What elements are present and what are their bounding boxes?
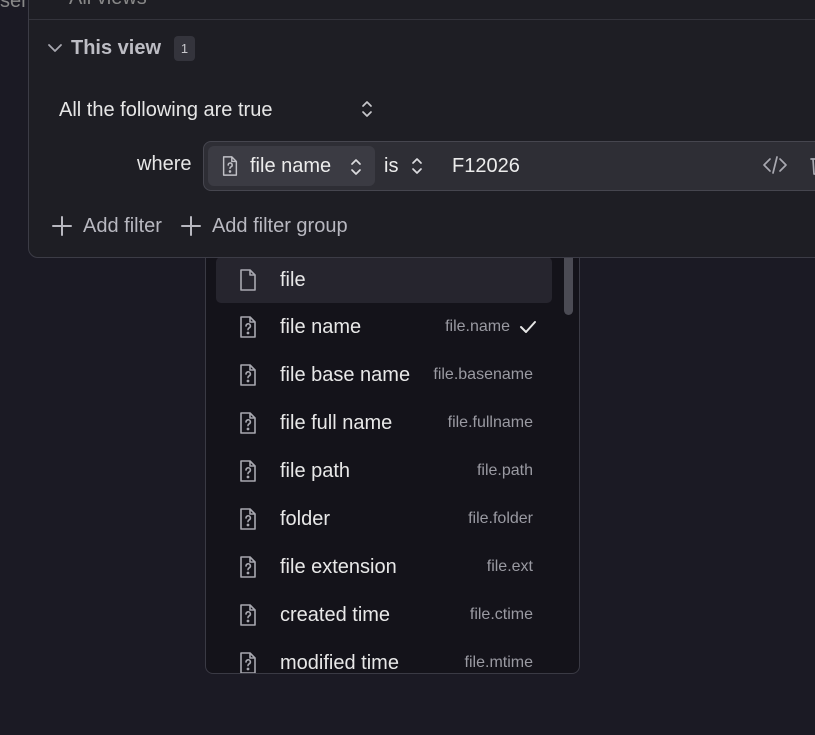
add-filter-label: Add filter	[83, 214, 162, 237]
code-icon[interactable]	[762, 154, 788, 176]
property-option-label: modified time	[280, 651, 399, 674]
property-option-file[interactable]: file	[216, 257, 552, 303]
property-option-label: created time	[280, 603, 391, 626]
property-option-key: file.basename	[433, 366, 533, 383]
property-option-created-time[interactable]: created time file.ctime	[216, 591, 552, 639]
file-question-icon	[236, 411, 260, 435]
this-view-section-header[interactable]: This view 1	[47, 33, 196, 63]
property-option-label: file full name	[280, 411, 393, 434]
file-question-icon	[236, 315, 260, 339]
background-label: ser	[0, 0, 28, 12]
property-option-label: file	[280, 268, 306, 291]
file-question-icon	[236, 507, 260, 531]
property-select-label: file name	[250, 154, 332, 177]
file-question-icon	[236, 363, 260, 387]
property-select[interactable]: file name	[208, 146, 375, 186]
plus-icon	[51, 215, 73, 237]
property-option-modified-time[interactable]: modified time file.mtime	[216, 639, 552, 674]
add-filter-group-button[interactable]: Add filter group	[180, 215, 348, 238]
conjunction-label: All the following are true	[59, 98, 273, 121]
dropdown-scrollbar[interactable]	[564, 251, 573, 315]
property-option-key: file.ext	[486, 558, 533, 575]
property-option-key: file.name	[445, 318, 510, 335]
add-actions: Add filter Add filter group	[51, 211, 366, 241]
property-option-file-full-name[interactable]: file full name file.fullname	[216, 399, 552, 447]
operator-select[interactable]: is	[384, 146, 424, 186]
property-dropdown[interactable]: file file name file.name file base name …	[205, 236, 580, 674]
filter-count-badge: 1	[174, 35, 196, 61]
property-option-file-base-name[interactable]: file base name file.basename	[216, 351, 552, 399]
property-option-file-extension[interactable]: file extension file.ext	[216, 543, 552, 591]
all-views-label[interactable]: All views	[69, 0, 147, 10]
property-option-label: file name	[280, 315, 362, 338]
plus-icon	[180, 215, 202, 237]
property-option-key: file.fullname	[447, 414, 533, 431]
filter-panel: All views This view 1 All the following …	[28, 0, 815, 258]
chevron-down-icon	[47, 42, 63, 54]
file-question-icon	[236, 459, 260, 483]
property-option-key: file.path	[476, 462, 533, 479]
trash-icon[interactable]	[808, 153, 815, 177]
property-option-key: file.ctime	[469, 606, 533, 623]
file-icon	[236, 268, 260, 292]
property-list: file file name file.name file base name …	[216, 257, 552, 674]
up-down-chevron-icon	[360, 99, 374, 125]
property-option-key: file.folder	[468, 510, 533, 527]
property-option-label: file base name	[280, 363, 411, 386]
panel-divider	[29, 19, 815, 20]
property-option-folder[interactable]: folder file.folder	[216, 495, 552, 543]
file-question-icon	[236, 651, 260, 673]
file-question-icon	[236, 603, 260, 627]
property-option-label: folder	[280, 507, 331, 530]
section-title: This view	[71, 36, 162, 59]
property-option-file-name[interactable]: file name file.name	[216, 303, 552, 351]
conjunction-select[interactable]: All the following are true	[59, 95, 372, 125]
check-icon	[518, 317, 538, 337]
file-question-icon	[220, 154, 240, 178]
property-option-label: file path	[280, 459, 351, 482]
property-option-file-path[interactable]: file path file.path	[216, 447, 552, 495]
property-option-label: file extension	[280, 555, 397, 578]
up-down-chevron-icon	[349, 157, 363, 182]
property-option-key: file.mtime	[464, 654, 533, 671]
file-question-icon	[236, 555, 260, 579]
add-filter-button[interactable]: Add filter	[51, 215, 162, 238]
where-label: where	[137, 153, 192, 175]
filter-value-input[interactable]: F12026	[452, 146, 520, 186]
add-filter-group-label: Add filter group	[211, 214, 348, 237]
filter-row: file name is F12026	[203, 141, 815, 191]
up-down-chevron-icon	[410, 156, 424, 176]
operator-select-label: is	[384, 154, 399, 177]
